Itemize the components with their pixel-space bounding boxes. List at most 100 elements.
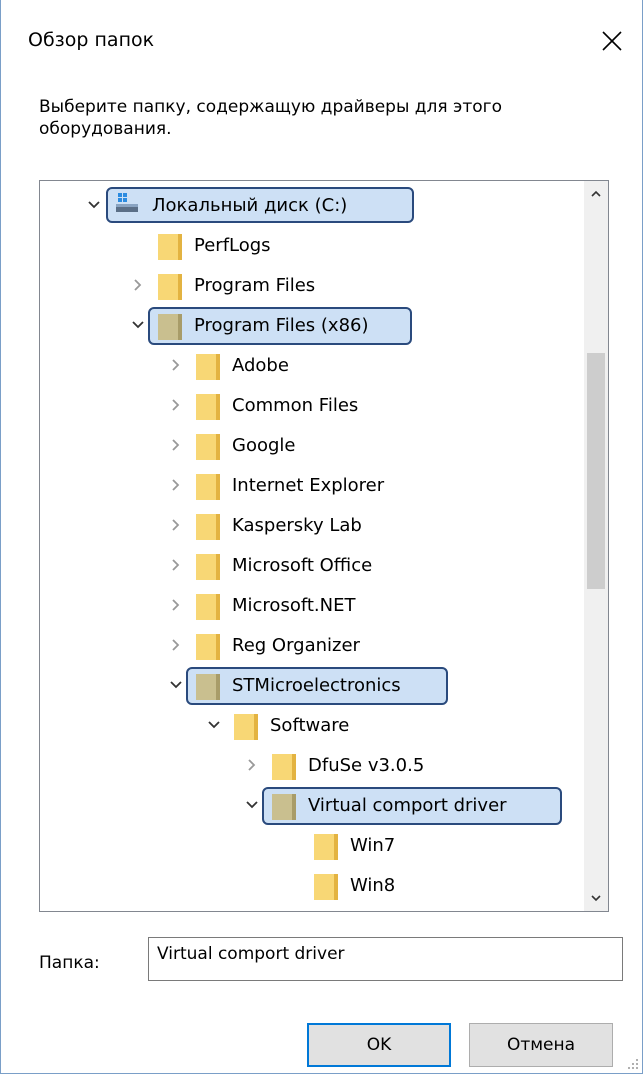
expand-chevron-icon[interactable] [164, 593, 188, 617]
tree-item-virtual-comport-driver[interactable]: Virtual comport driver [240, 785, 507, 825]
ok-button[interactable]: OK [307, 1023, 451, 1067]
chevron-down-icon [132, 321, 144, 329]
tree-item-reg-organizer[interactable]: Reg Organizer [164, 625, 360, 665]
chevron-down-icon [170, 681, 182, 689]
chevron-down-icon [591, 895, 601, 902]
folder-open-icon [196, 670, 220, 700]
tree-item-label: Program Files [194, 274, 316, 296]
tree-item-dfuse[interactable]: DfuSe v3.0.5 [240, 745, 424, 785]
scrollbar-thumb[interactable] [587, 353, 605, 589]
tree-item-microsoft-net[interactable]: Microsoft.NET [164, 585, 355, 625]
folder-icon [196, 510, 220, 540]
tree-item-label: Microsoft Office [232, 554, 373, 576]
expand-chevron-icon[interactable] [164, 353, 188, 377]
tree-item-win7[interactable]: Win7 [282, 825, 395, 865]
chevron-right-icon [172, 559, 180, 571]
tree-item-adobe[interactable]: Adobe [164, 345, 289, 385]
tree-item-label: Reg Organizer [232, 634, 360, 656]
folder-icon [158, 230, 182, 260]
folder-tree[interactable]: Локальный диск (C:) PerfLogs Program Fil… [39, 180, 609, 912]
chevron-right-icon [248, 759, 256, 771]
folder-icon [196, 350, 220, 380]
expand-chevron-icon[interactable] [126, 313, 150, 337]
close-button[interactable] [587, 16, 637, 66]
instruction-text: Выберите папку, содержащую драйверы для … [39, 97, 503, 139]
tree-item-kaspersky-lab[interactable]: Kaspersky Lab [164, 505, 362, 545]
tree-body: Локальный диск (C:) PerfLogs Program Fil… [40, 181, 584, 911]
tree-item-label: STMicroelectronics [232, 674, 401, 696]
resize-grip-icon[interactable] [627, 1058, 639, 1070]
close-icon [602, 31, 622, 51]
chevron-down-icon [208, 721, 220, 729]
folder-icon [272, 750, 296, 780]
folder-input[interactable] [148, 937, 623, 981]
tree-item-program-files-x86[interactable]: Program Files (x86) [126, 305, 369, 345]
tree-item-label: Adobe [232, 354, 289, 376]
tree-item-label: Win8 [350, 874, 396, 896]
tree-item-label: Microsoft.NET [232, 594, 356, 616]
folder-open-icon [272, 790, 296, 820]
tree-item-label: Kaspersky Lab [232, 514, 362, 536]
expand-chevron-icon[interactable] [202, 713, 226, 737]
chevron-right-icon [172, 399, 180, 411]
tree-item-software[interactable]: Software [202, 705, 349, 745]
folder-icon [234, 710, 258, 740]
chevron-right-icon [172, 479, 180, 491]
expand-chevron-icon[interactable] [240, 793, 264, 817]
folder-icon [314, 870, 338, 900]
folder-open-icon [158, 310, 182, 340]
chevron-right-icon [134, 279, 142, 291]
tree-item-label: Virtual comport driver [308, 794, 507, 816]
tree-item-label: Software [270, 714, 350, 736]
tree-item-microsoft-office[interactable]: Microsoft Office [164, 545, 372, 585]
expand-chevron-icon[interactable] [126, 273, 150, 297]
chevron-right-icon [172, 639, 180, 651]
chevron-right-icon [172, 519, 180, 531]
expand-chevron-icon[interactable] [240, 753, 264, 777]
folder-icon [196, 470, 220, 500]
folder-icon [196, 390, 220, 420]
folder-icon [196, 590, 220, 620]
folder-label: Папка: [39, 953, 100, 973]
folder-icon [158, 270, 182, 300]
chevron-placeholder [282, 833, 306, 857]
tree-item-label: Internet Explorer [232, 474, 385, 496]
chevron-down-icon [88, 201, 100, 209]
tree-item-label: Локальный диск (C:) [152, 194, 348, 216]
expand-chevron-icon[interactable] [164, 633, 188, 657]
dialog-title: Обзор папок [28, 29, 155, 51]
chevron-placeholder [126, 233, 150, 257]
tree-item-stmicroelectronics[interactable]: STMicroelectronics [164, 665, 401, 705]
tree-item-win8[interactable]: Win8 [282, 865, 395, 905]
tree-item-google[interactable]: Google [164, 425, 295, 465]
chevron-down-icon [246, 801, 258, 809]
folder-icon [196, 630, 220, 660]
tree-item-program-files[interactable]: Program Files [126, 265, 315, 305]
expand-chevron-icon[interactable] [164, 393, 188, 417]
expand-chevron-icon[interactable] [164, 673, 188, 697]
expand-chevron-icon[interactable] [164, 553, 188, 577]
tree-item-local-disk[interactable]: Локальный диск (C:) [82, 185, 347, 225]
tree-item-label: Program Files (x86) [194, 314, 369, 336]
tree-item-label: Google [232, 434, 296, 456]
tree-item-label: PerfLogs [194, 234, 271, 256]
chevron-placeholder [282, 873, 306, 897]
expand-chevron-icon[interactable] [164, 433, 188, 457]
tree-item-perflogs[interactable]: PerfLogs [126, 225, 271, 265]
expand-chevron-icon[interactable] [164, 473, 188, 497]
tree-item-internet-explorer[interactable]: Internet Explorer [164, 465, 384, 505]
chevron-up-icon [591, 190, 601, 197]
scroll-up-button[interactable] [584, 181, 608, 207]
scroll-down-button[interactable] [584, 885, 608, 911]
folder-icon [196, 550, 220, 580]
tree-item-label: DfuSe v3.0.5 [308, 754, 425, 776]
expand-chevron-icon[interactable] [82, 193, 106, 217]
vertical-scrollbar[interactable] [584, 181, 608, 911]
chevron-right-icon [172, 599, 180, 611]
cancel-button[interactable]: Отмена [469, 1023, 613, 1067]
browse-folder-dialog: Обзор папок Выберите папку, содержащую д… [0, 0, 643, 1074]
folder-icon [196, 430, 220, 460]
chevron-right-icon [172, 359, 180, 371]
tree-item-common-files[interactable]: Common Files [164, 385, 358, 425]
expand-chevron-icon[interactable] [164, 513, 188, 537]
